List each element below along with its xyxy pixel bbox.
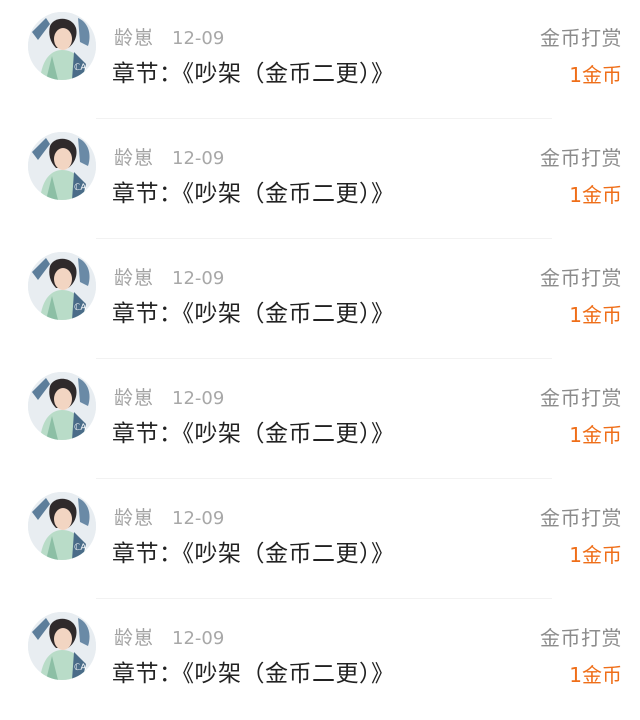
reward-row[interactable]: ℂA 龄崽 12-09 章节：《吵架（金币二更）》 金币打赏 1金币 <box>0 120 640 240</box>
username[interactable]: 龄崽 <box>114 266 154 290</box>
reward-amount: 1金币 <box>569 303 622 327</box>
reward-type: 金币打赏 <box>540 626 622 650</box>
username[interactable]: 龄崽 <box>114 506 154 530</box>
svg-text:ℂA: ℂA <box>74 423 87 433</box>
avatar[interactable]: ℂA <box>28 492 96 560</box>
chapter-title: 章节：《吵架（金币二更）》 <box>112 541 395 567</box>
date: 12-09 <box>172 28 225 49</box>
chapter-title: 章节：《吵架（金币二更）》 <box>112 61 395 87</box>
reward-type: 金币打赏 <box>540 266 622 290</box>
reward-amount: 1金币 <box>569 663 622 687</box>
reward-row[interactable]: ℂA 龄崽 12-09 章节：《吵架（金币二更）》 金币打赏 1金币 <box>0 480 640 600</box>
reward-amount: 1金币 <box>569 423 622 447</box>
reward-row[interactable]: ℂA 龄崽 12-09 章节：《吵架（金币二更）》 金币打赏 1金币 <box>0 240 640 360</box>
username[interactable]: 龄崽 <box>114 386 154 410</box>
reward-type: 金币打赏 <box>540 386 622 410</box>
reward-amount: 1金币 <box>569 543 622 567</box>
reward-list: ℂA 龄崽 12-09 章节：《吵架（金币二更）》 金币打赏 1金币 ℂA 龄崽… <box>0 0 640 714</box>
reward-type: 金币打赏 <box>540 506 622 530</box>
svg-text:ℂA: ℂA <box>74 663 87 673</box>
divider <box>96 598 552 599</box>
svg-text:ℂA: ℂA <box>74 543 87 553</box>
reward-row[interactable]: ℂA 龄崽 12-09 章节：《吵架（金币二更）》 金币打赏 1金币 <box>0 600 640 720</box>
date: 12-09 <box>172 268 225 289</box>
chapter-title: 章节：《吵架（金币二更）》 <box>112 301 395 327</box>
date: 12-09 <box>172 148 225 169</box>
divider <box>96 118 552 119</box>
reward-type: 金币打赏 <box>540 146 622 170</box>
reward-type: 金币打赏 <box>540 26 622 50</box>
divider <box>96 238 552 239</box>
avatar[interactable]: ℂA <box>28 372 96 440</box>
username[interactable]: 龄崽 <box>114 146 154 170</box>
divider <box>96 358 552 359</box>
svg-text:ℂA: ℂA <box>74 303 87 313</box>
chapter-title: 章节：《吵架（金币二更）》 <box>112 181 395 207</box>
avatar[interactable]: ℂA <box>28 252 96 320</box>
avatar[interactable]: ℂA <box>28 12 96 80</box>
chapter-title: 章节：《吵架（金币二更）》 <box>112 661 395 687</box>
avatar[interactable]: ℂA <box>28 612 96 680</box>
svg-text:ℂA: ℂA <box>74 63 87 73</box>
reward-amount: 1金币 <box>569 63 622 87</box>
chapter-title: 章节：《吵架（金币二更）》 <box>112 421 395 447</box>
divider <box>96 478 552 479</box>
svg-text:ℂA: ℂA <box>74 183 87 193</box>
username[interactable]: 龄崽 <box>114 626 154 650</box>
date: 12-09 <box>172 508 225 529</box>
date: 12-09 <box>172 388 225 409</box>
username[interactable]: 龄崽 <box>114 26 154 50</box>
reward-row[interactable]: ℂA 龄崽 12-09 章节：《吵架（金币二更）》 金币打赏 1金币 <box>0 360 640 480</box>
reward-row[interactable]: ℂA 龄崽 12-09 章节：《吵架（金币二更）》 金币打赏 1金币 <box>0 0 640 120</box>
avatar[interactable]: ℂA <box>28 132 96 200</box>
reward-amount: 1金币 <box>569 183 622 207</box>
date: 12-09 <box>172 628 225 649</box>
